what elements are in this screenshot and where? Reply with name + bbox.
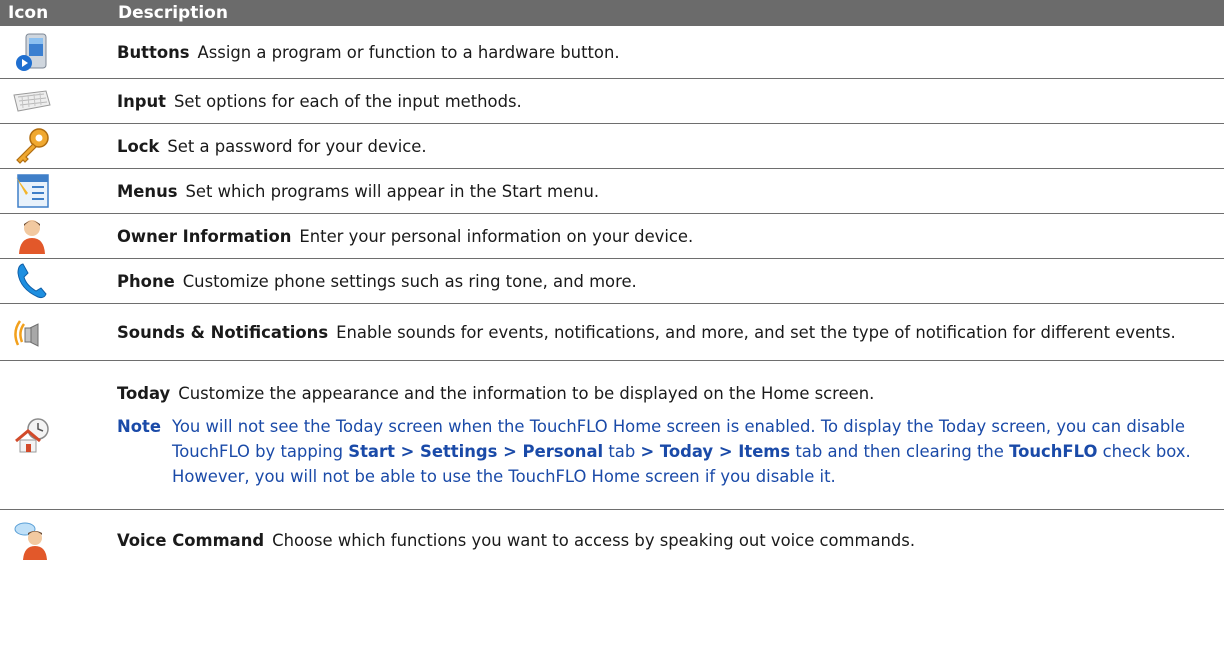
table-header-row: Icon Description [0, 0, 1224, 26]
item-name: Lock [117, 136, 160, 156]
table-row: Phone Customize phone settings such as ri… [0, 258, 1224, 304]
table-row: Today Customize the appearance and the in… [0, 360, 1224, 510]
item-description: Set which programs will appear in the St… [185, 181, 600, 201]
table-row: Menus Set which programs will appear in t… [0, 168, 1224, 214]
table-row: Buttons Assign a program or function to a… [0, 26, 1224, 79]
item-description: Choose which functions you want to acces… [272, 530, 916, 550]
item-name: Sounds & Notifications [117, 322, 329, 342]
item-description: Enable sounds for events, notifications,… [336, 322, 1176, 342]
person-icon [19, 220, 45, 254]
item-description: Assign a program or function to a hardwa… [197, 42, 620, 62]
settings-icon-table: Icon Description Buttons Assign a program… [0, 0, 1224, 570]
house-clock-icon [15, 418, 49, 453]
item-description: Customize phone settings such as ring to… [182, 271, 637, 291]
speaker-icon [14, 320, 39, 347]
item-description: Set options for each of the input method… [174, 91, 522, 111]
note-label: Note [117, 417, 161, 436]
icon-column-header: Icon [0, 0, 108, 26]
phone-handset-icon [17, 263, 47, 299]
item-name: Voice Command [117, 530, 265, 550]
item-description: Set a password for your device. [167, 136, 427, 156]
key-icon [16, 128, 49, 164]
item-name: Today [117, 384, 171, 403]
item-name: Owner Information [117, 226, 292, 246]
keyboard-icon [13, 90, 51, 112]
table-row: Voice Command Choose which functions you … [0, 510, 1224, 571]
item-name: Buttons [117, 42, 190, 62]
table-row: Input Set options for each of the input m… [0, 78, 1224, 124]
description-column-header: Description [108, 0, 1224, 26]
voice-person-icon [14, 522, 47, 560]
table-row: Lock Set a password for your device. [0, 123, 1224, 169]
menu-window-icon [16, 174, 49, 208]
note-block: Note You will not see the Today screen w… [117, 414, 1214, 489]
item-name: Phone [117, 271, 175, 291]
item-name: Menus [117, 181, 178, 201]
note-text: You will not see the Today screen when t… [172, 417, 1191, 486]
table-row: Sounds & Notifications Enable sounds for … [0, 303, 1224, 361]
table-row: Owner Information Enter your personal inf… [0, 213, 1224, 259]
item-description: Enter your personal information on your … [299, 226, 694, 246]
item-name: Input [117, 91, 167, 111]
phone-buttons-icon [16, 33, 47, 71]
item-description: Customize the appearance and the informa… [178, 384, 875, 403]
